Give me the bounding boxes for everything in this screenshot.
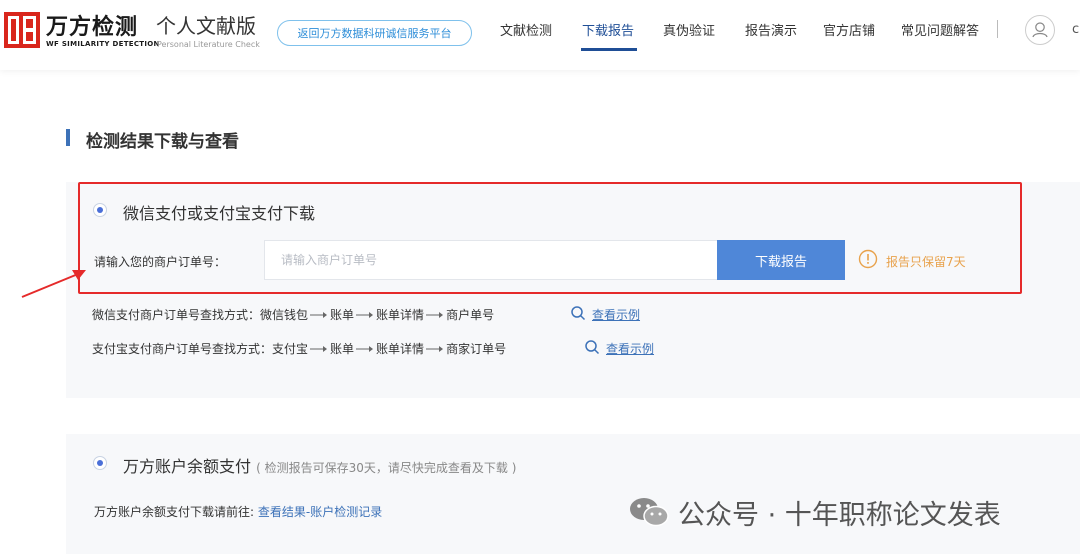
nav-item-official-store[interactable]: 官方店铺 [823, 20, 875, 50]
active-nav-indicator [581, 48, 637, 51]
alipay-order-guide: 支付宝支付商户订单号查找方式： 支付宝 账单 账单详情 商家订单号 [92, 340, 506, 357]
nav-item-verify[interactable]: 真伪验证 [663, 20, 715, 50]
guide-prefix: 微信支付商户订单号查找方式： [92, 308, 261, 322]
arrow-right-icon [426, 345, 444, 352]
balance-option-title: 万方账户余额支付 [123, 457, 252, 476]
guide-step: 支付宝 [272, 342, 309, 356]
guide-step: 账单 [330, 342, 355, 356]
balance-hint-label: 万方账户余额支付下载请前往: [94, 505, 255, 519]
wechat-icon [630, 498, 669, 527]
guide-step: 商家订单号 [446, 342, 507, 356]
logo-text[interactable]: 万方检测 [46, 9, 138, 41]
account-records-link[interactable]: 查看结果-账户检测记录 [258, 505, 382, 519]
arrow-right-icon [356, 311, 374, 318]
guide-step: 微信钱包 [260, 308, 309, 322]
arrow-right-icon [426, 311, 444, 318]
order-number-label: 请输入您的商户订单号： [94, 255, 227, 269]
balance-option[interactable]: 万方账户余额支付 ( 检测报告可保存30天，请尽快完成查看及下载 ) [123, 453, 516, 477]
wechat-order-guide: 微信支付商户订单号查找方式： 微信钱包 账单 账单详情 商户单号 [92, 306, 494, 323]
balance-download-hint: 万方账户余额支付下载请前往: 查看结果-账户检测记录 [94, 503, 382, 520]
guide-step: 账单详情 [376, 308, 425, 322]
guide-step: 账单 [330, 308, 355, 322]
watermark-text: 公众号 · 十年职称论文发表 [678, 499, 1001, 531]
retention-warning-text: 报告只保留7天 [886, 255, 966, 269]
return-platform-button[interactable]: 返回万方数据科研诚信服务平台 [277, 20, 472, 46]
nav-item-download-report[interactable]: 下载报告 [582, 20, 634, 50]
guide-prefix: 支付宝支付商户订单号查找方式： [92, 342, 273, 356]
logo-subtext: WF SIMILARITY DETECTION [46, 40, 160, 48]
annotation-arrow-icon [21, 270, 86, 298]
arrow-right-icon [310, 311, 328, 318]
edition-subtitle: Personal Literature Check [157, 40, 260, 49]
wanfang-logo-icon[interactable] [4, 12, 40, 48]
search-icon[interactable] [570, 305, 586, 321]
section-title: 检测结果下载与查看 [86, 132, 239, 152]
wechat-watermark: 公众号 · 十年职称论文发表 [628, 494, 1001, 531]
guide-step: 商户单号 [446, 308, 495, 322]
user-icon[interactable] [1025, 15, 1055, 45]
search-icon[interactable] [584, 339, 600, 355]
arrow-right-icon [356, 345, 374, 352]
balance-radio[interactable] [93, 456, 107, 470]
download-report-button[interactable]: 下载报告 [717, 240, 845, 280]
edition-title: 个人文献版 [156, 14, 256, 38]
section-title-bar [66, 129, 70, 146]
order-number-input[interactable] [264, 240, 718, 280]
nav-divider [997, 20, 998, 38]
nav-item-document-check[interactable]: 文献检测 [500, 20, 552, 50]
wechat-alipay-radio[interactable] [93, 203, 107, 217]
guide-step: 账单详情 [376, 342, 425, 356]
warning-icon [858, 249, 878, 269]
balance-option-note: ( 检测报告可保存30天，请尽快完成查看及下载 ) [256, 461, 517, 475]
nav-item-demo[interactable]: 报告演示 [745, 20, 797, 50]
wechat-example-link[interactable]: 查看示例 [592, 306, 640, 323]
username-text[interactable]: c [1072, 22, 1079, 37]
nav-item-faq[interactable]: 常见问题解答 [901, 20, 979, 50]
top-header: 万方检测 WF SIMILARITY DETECTION 个人文献版 Perso… [0, 0, 1080, 70]
wechat-alipay-option-title[interactable]: 微信支付或支付宝支付下载 [123, 200, 315, 224]
arrow-right-icon [310, 345, 328, 352]
alipay-example-link[interactable]: 查看示例 [606, 340, 654, 357]
